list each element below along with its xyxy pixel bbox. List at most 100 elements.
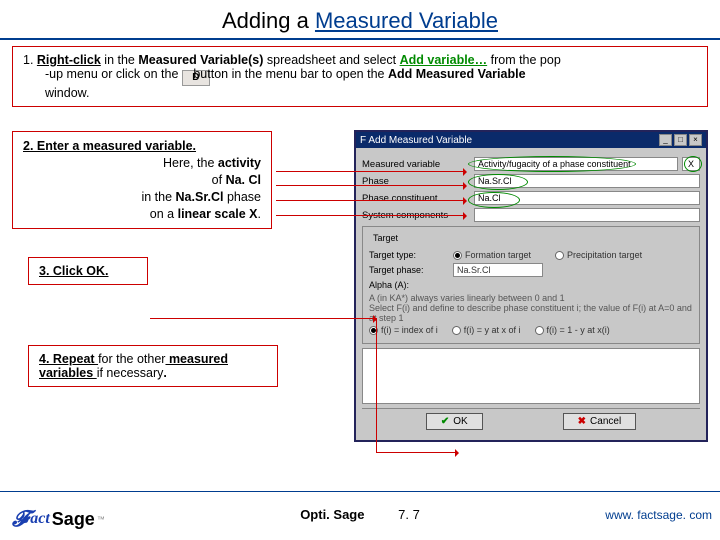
radio-fi-2[interactable]: f(i) = y at x of i [452, 325, 521, 335]
t: f(i) = y at x of i [464, 325, 521, 335]
step-3-box: 3. Click OK. [28, 257, 148, 285]
preview-list [362, 348, 700, 404]
dialog-title-text: F Add Measured Variable [360, 135, 657, 146]
t: Measured Variable(s) [138, 53, 263, 67]
cancel-label: Cancel [590, 416, 621, 427]
dialog-button-row: ✔ OK ✖Cancel [362, 408, 700, 434]
radio-dot-icon [535, 326, 544, 335]
t: Add Measured Variable [388, 67, 526, 81]
ok-button[interactable]: ✔ OK [426, 413, 483, 430]
t: 2. Enter a measured variable. [23, 139, 196, 153]
callout-oval [468, 156, 636, 172]
step-1-line1: 1. Right-click in the Measured Variable(… [23, 53, 697, 67]
label-target-type: Target type: [369, 250, 449, 260]
step-1-line2: -up menu or click on the button in the m… [45, 67, 697, 86]
step-3-text: 3. Click OK. [39, 264, 108, 278]
t: . [258, 207, 261, 221]
step-2-l4: in the Na.Sr.Cl phase [23, 189, 261, 206]
step-2-box: 2. Enter a measured variable. Here, the … [12, 131, 272, 229]
footer-rule [0, 491, 720, 492]
row-alpha: Alpha (A): [369, 280, 693, 290]
t: if necessary [97, 366, 164, 380]
radio-precipitation-target[interactable]: Precipitation target [555, 250, 642, 260]
field-system-components[interactable] [474, 208, 700, 222]
t: of [212, 173, 226, 187]
callout-arrow-segment [376, 318, 377, 452]
callout-arrow [276, 200, 466, 201]
maximize-icon[interactable]: □ [674, 134, 687, 146]
hint-alpha-range: A (in KA*) always varies linearly betwee… [369, 293, 693, 303]
title-plain: Adding a [222, 8, 315, 33]
t: 1. [23, 53, 37, 67]
hint-select-fi: Select F(i) and define to describe phase… [369, 303, 693, 323]
dialog-body: Measured variable Activity/fugacity of a… [356, 148, 706, 440]
callout-arrow [276, 171, 466, 172]
t: for the other [98, 352, 165, 366]
t: Na.Sr.Cl [176, 190, 224, 204]
callout-arrow [150, 318, 376, 319]
label-alpha: Alpha (A): [369, 280, 449, 290]
t: in the [101, 53, 139, 67]
fi-radio-row: f(i) = index of i f(i) = y at x of i f(i… [369, 325, 693, 335]
t: f(i) = index of i [381, 325, 438, 335]
t: Na. Cl [226, 173, 261, 187]
add-measured-variable-dialog: F Add Measured Variable _ □ × Measured v… [354, 130, 708, 442]
t: from the pop [487, 53, 561, 67]
t: Right-click [37, 53, 101, 67]
radio-fi-1[interactable]: f(i) = index of i [369, 325, 438, 335]
label-target-phase: Target phase: [369, 265, 449, 275]
product-name: Opti. Sage [300, 507, 364, 522]
section-number: 7. 7 [398, 507, 420, 522]
t: f(i) = 1 - y at x(i) [547, 325, 610, 335]
title-underlined: Measured Variable [315, 8, 498, 33]
t: 4. Repeat [39, 352, 98, 366]
step-2-l5: on a linear scale X. [23, 206, 261, 223]
close-icon[interactable]: × [689, 134, 702, 146]
t: Formation target [465, 250, 531, 260]
field-target-phase[interactable]: Na.Sr.Cl [453, 263, 543, 277]
callout-arrow [276, 185, 466, 186]
radio-dot-icon [453, 251, 462, 260]
dialog-titlebar[interactable]: F Add Measured Variable _ □ × [356, 132, 706, 148]
t: Precipitation target [567, 250, 642, 260]
step-2-l1: 2. Enter a measured variable. [23, 138, 261, 155]
footer-url[interactable]: www. factsage. com [605, 508, 712, 522]
callout-arrow [376, 452, 458, 453]
row-phase-constituent: Phase constituent Na.Cl [362, 191, 700, 205]
t: spreadsheet and select [263, 53, 399, 67]
row-target-type: Target type: Formation target Precipitat… [369, 250, 693, 260]
t: -up menu or click on the [45, 67, 182, 81]
radio-dot-icon [452, 326, 461, 335]
radio-dot-icon [555, 251, 564, 260]
t: in the menu bar to open the [228, 67, 388, 81]
callout-arrow [276, 215, 466, 216]
page-title: Adding a Measured Variable [0, 0, 720, 38]
radio-fi-3[interactable]: f(i) = 1 - y at x(i) [535, 325, 610, 335]
label-measured-variable: Measured variable [362, 159, 470, 170]
t: phase [223, 190, 261, 204]
callout-oval [468, 192, 520, 208]
t: activity [218, 156, 261, 170]
title-rule [0, 38, 720, 40]
t: . [163, 366, 166, 380]
target-group: Target Target type: Formation target Pre… [362, 226, 700, 344]
target-group-title: Target [369, 233, 402, 243]
t: linear scale X [178, 207, 258, 221]
t: Here, the [163, 156, 218, 170]
callout-oval [468, 174, 528, 190]
step-4-box: 4. Repeat for the other measured variabl… [28, 345, 278, 387]
ok-label: OK [453, 416, 467, 427]
radio-formation-target[interactable]: Formation target [453, 250, 531, 260]
t: on a [150, 207, 178, 221]
callout-oval [684, 156, 702, 172]
step-1-box: 1. Right-click in the Measured Variable(… [12, 46, 708, 107]
label-phase-constituent: Phase constituent [362, 193, 470, 204]
cancel-button[interactable]: ✖Cancel [563, 413, 637, 430]
check-icon: ✔ [441, 416, 449, 427]
t: in the [141, 190, 175, 204]
row-target-phase: Target phase: Na.Sr.Cl [369, 263, 693, 277]
t: Add variable… [400, 53, 488, 67]
step-1-line3: window. [45, 86, 697, 100]
step-2-l2: Here, the activity [23, 155, 261, 172]
minimize-icon[interactable]: _ [659, 134, 672, 146]
